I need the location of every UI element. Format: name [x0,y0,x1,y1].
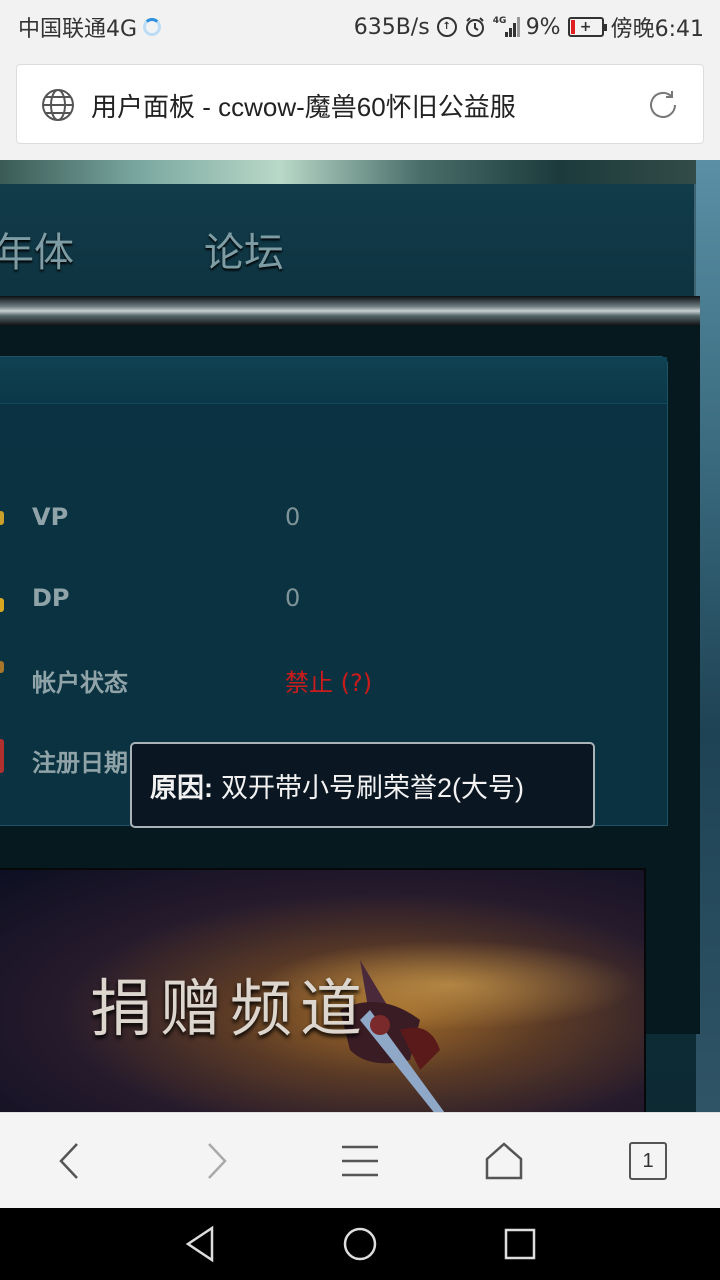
signal-icon: 4G [492,16,520,37]
home-icon [485,1142,523,1180]
alarm-icon [465,17,484,37]
frame-divider [0,296,700,326]
reload-icon[interactable] [645,87,681,123]
stat-label: DP [32,584,70,612]
network-speed: 635B/s [353,14,430,40]
nav-item-0[interactable]: 年体 [0,220,74,278]
battery-charging-icon: + [567,17,607,37]
page-title: 用户面板 - ccwow-魔兽60怀旧公益服 [91,92,516,122]
tabs-icon: 1 [629,1142,667,1180]
vp-icon [0,511,4,525]
battery-percent: 9% [525,14,561,40]
donate-banner[interactable]: 捐赠频道 [0,868,646,1112]
browser-header: 用户面板 - ccwow-魔兽60怀旧公益服 [0,50,720,160]
data-saver-icon: ↑ [436,17,457,37]
stat-label: 帐户状态 [32,669,128,697]
stat-label: VP [32,503,69,531]
carrier-label: 中国联通4G [18,17,138,42]
back-arrow-icon [59,1143,78,1179]
status-icon [0,661,4,673]
android-nav-bar [0,1208,720,1280]
tooltip-text: 双开带小号刷荣誉2(大号) [221,772,524,803]
forward-button[interactable] [190,1135,242,1187]
menu-button[interactable] [334,1135,386,1187]
back-button[interactable] [44,1135,96,1187]
address-bar[interactable]: 用户面板 - ccwow-魔兽60怀旧公益服 [16,64,704,144]
tabs-button[interactable]: 1 [622,1135,674,1187]
recents-square-icon[interactable] [500,1224,540,1264]
back-triangle-icon[interactable] [180,1224,220,1264]
site-nav: 年体 论坛 [0,184,696,296]
panel-header [0,357,667,451]
stat-row-vp: VP 0 [0,499,660,539]
ban-reason-tooltip: 原因: 双开带小号刷荣誉2(大号) [130,742,595,828]
forward-arrow-icon [208,1143,227,1179]
donate-title: 捐赠频道 [90,972,371,1045]
status-bar: 中国联通4G 635B/s ↑ 4G 9% + 傍晚6:41 [0,0,720,50]
nav-item-forum[interactable]: 论坛 [204,220,284,278]
dp-icon [0,598,4,612]
stat-row-account-status: 帐户状态 禁止 (?) [0,659,660,699]
home-circle-icon[interactable] [340,1224,380,1264]
home-button[interactable] [478,1135,530,1187]
web-page: 年体 论坛 VP 0 DP 0 帐户状态 禁止 (?) 注册日期 2018-02… [0,160,720,1112]
stat-value: 0 [285,584,301,612]
stat-value: 0 [285,503,301,531]
browser-toolbar: 1 [0,1112,720,1208]
stat-label: 注册日期 [32,749,128,777]
stat-row-dp: DP 0 [0,580,660,620]
account-status-value[interactable]: 禁止 (?) [285,663,372,698]
tooltip-label: 原因: [150,772,213,803]
calendar-icon [0,739,4,773]
menu-icon [342,1145,378,1177]
loading-spinner-icon [143,18,162,36]
network-type-label: 4G [492,16,507,26]
clock: 傍晚6:41 [610,17,704,42]
globe-icon [42,89,74,121]
header-artwork [0,160,700,184]
